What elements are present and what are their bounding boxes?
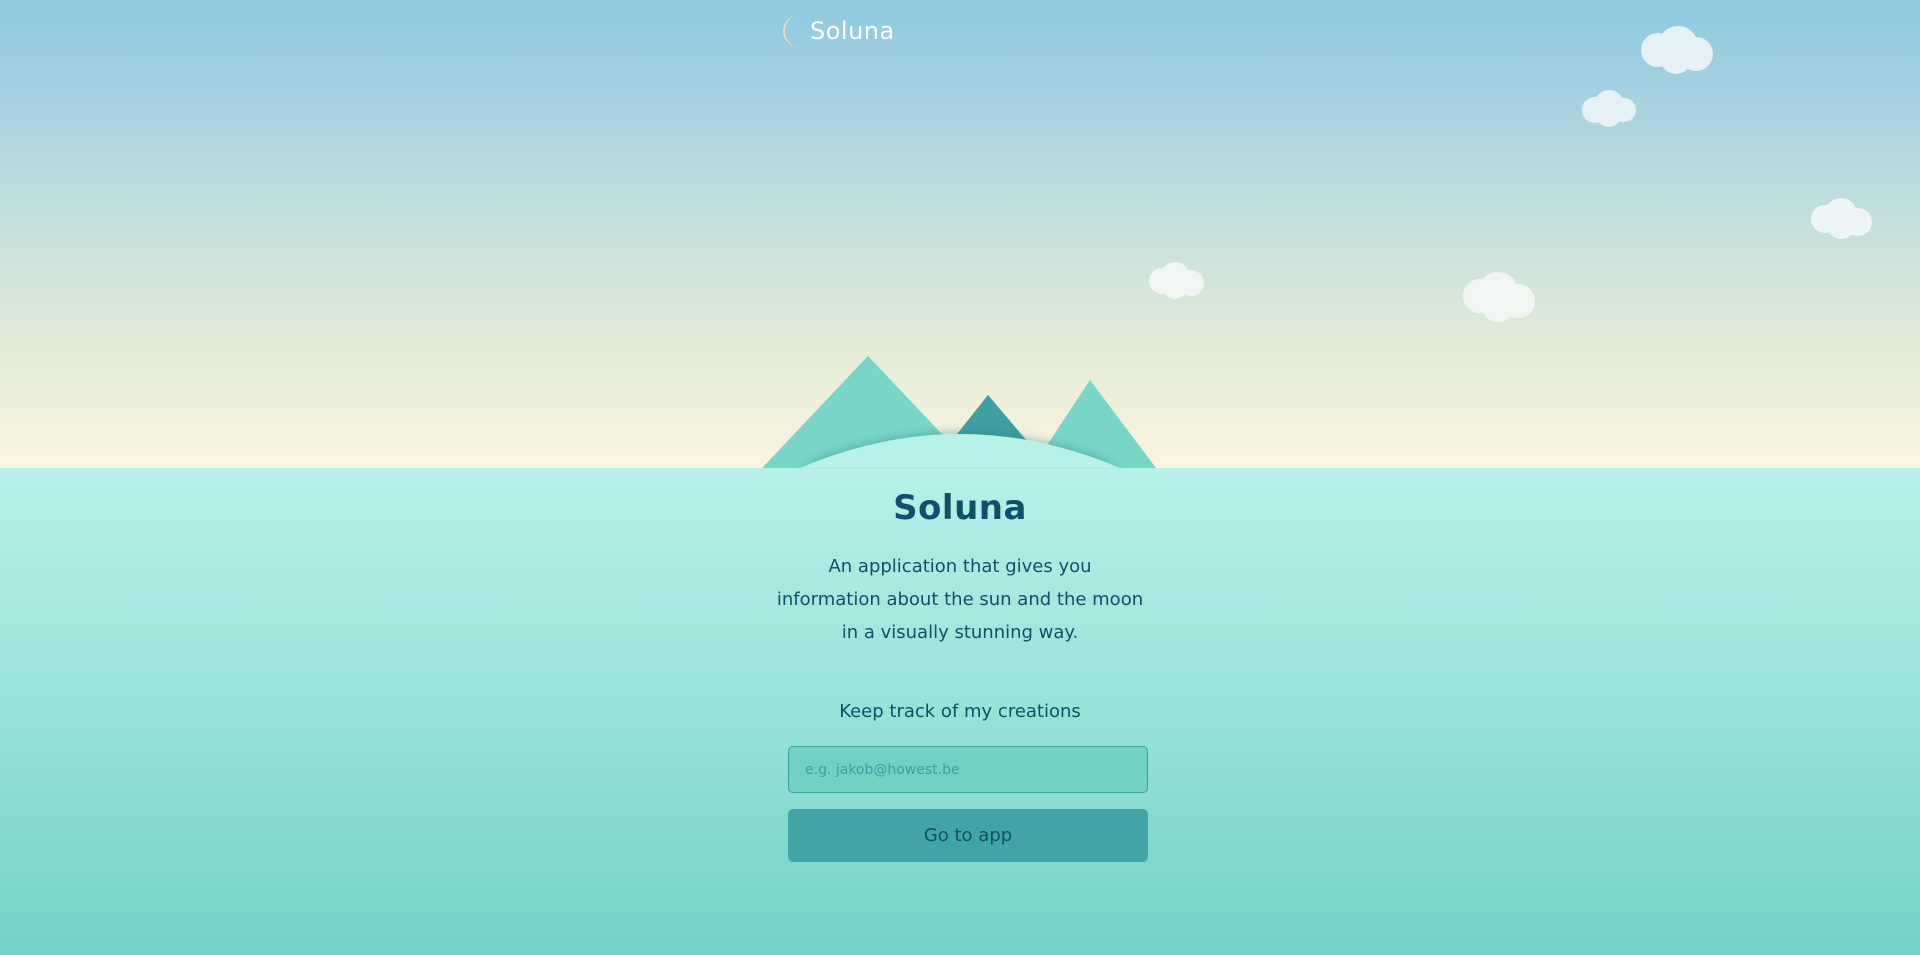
cloud-icon <box>1149 262 1204 299</box>
cloud-icon <box>1463 272 1535 322</box>
cloud-icon <box>1811 198 1872 239</box>
signup-label: Keep track of my creations <box>839 701 1081 722</box>
crescent-moon-icon <box>783 15 799 47</box>
mountain-landscape <box>762 356 1156 468</box>
app-description: An application that gives you informatio… <box>776 556 1144 643</box>
logo-text: Soluna <box>810 17 895 45</box>
header-logo[interactable]: Soluna <box>778 14 895 48</box>
email-field[interactable] <box>788 746 1148 793</box>
go-to-app-button[interactable]: Go to app <box>788 809 1148 862</box>
page-title: Soluna <box>893 488 1027 528</box>
cloud-icon <box>1582 90 1636 127</box>
landing-page: Soluna Soluna An application that gives … <box>0 0 1920 955</box>
hero-content: Soluna An application that gives you inf… <box>760 470 1160 722</box>
cloud-icon <box>1641 26 1713 74</box>
